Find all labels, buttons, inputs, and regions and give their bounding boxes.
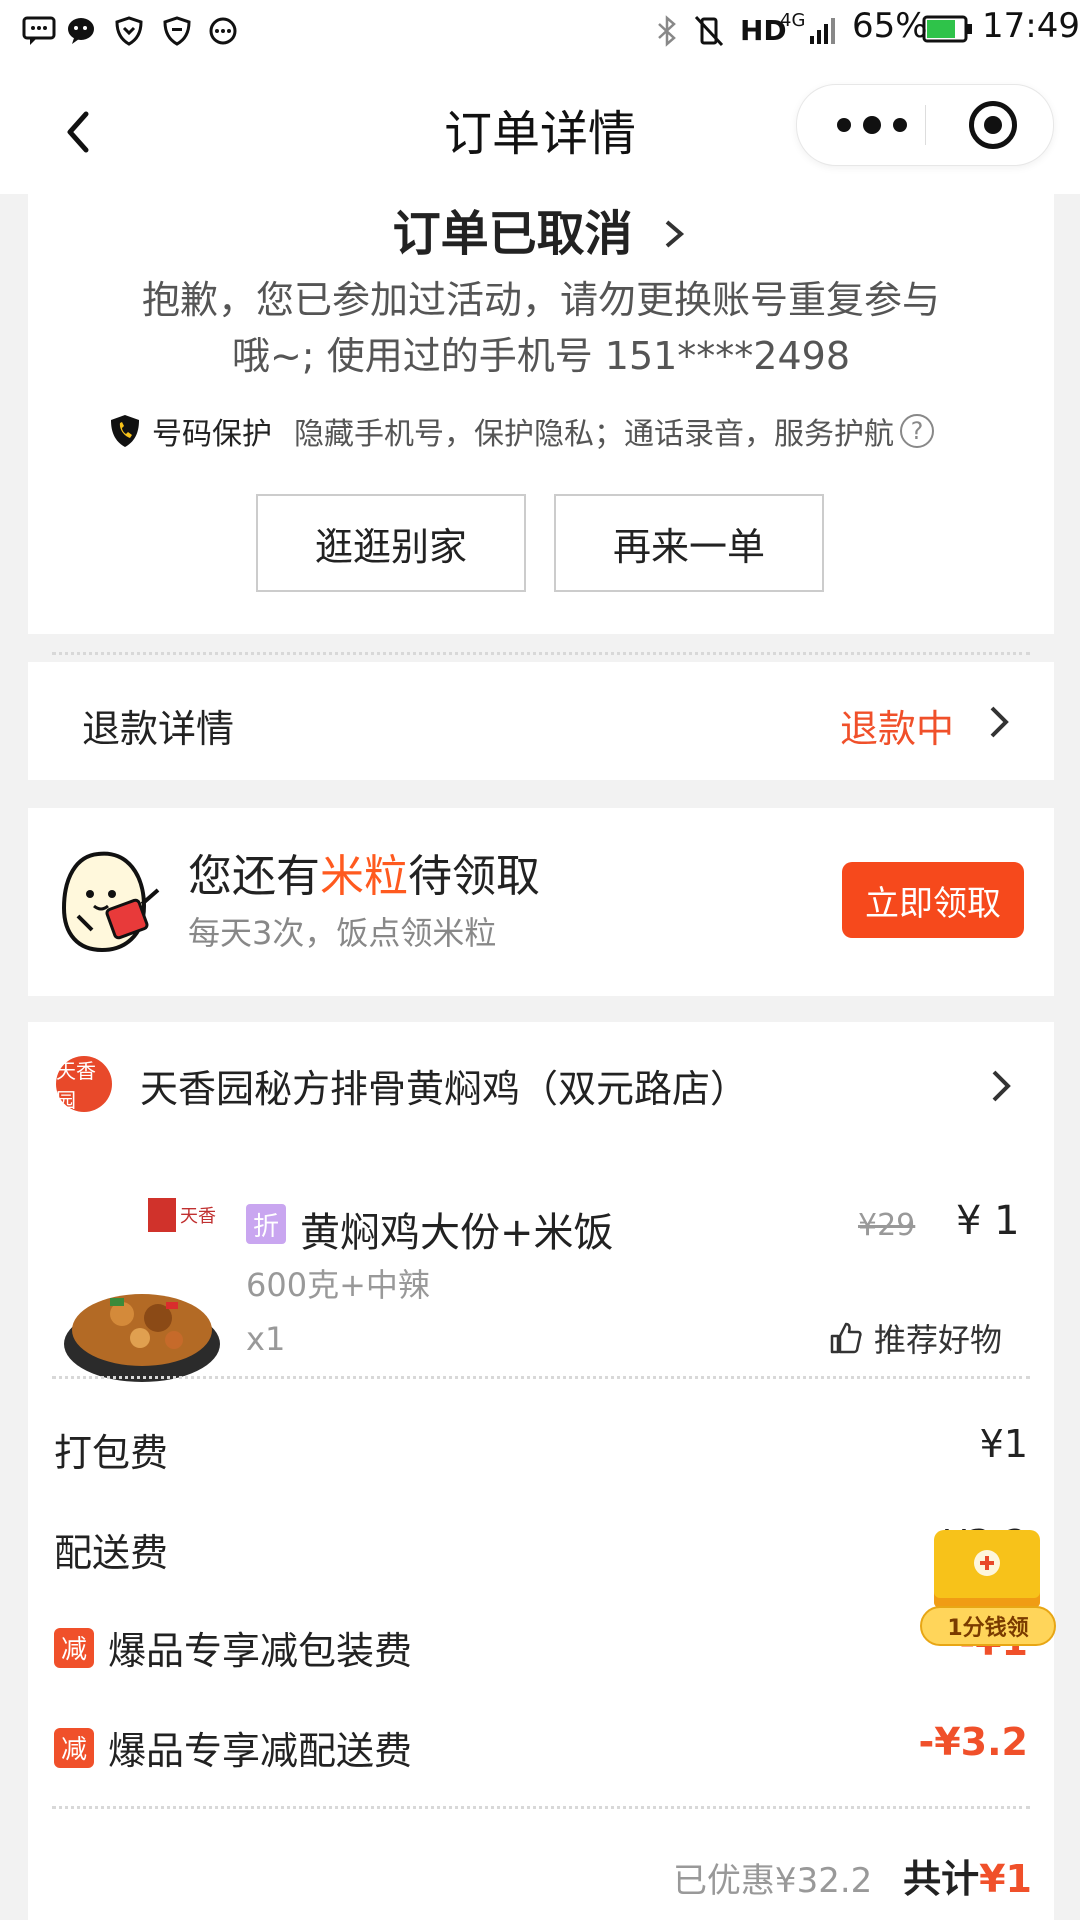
rice-title-post: 待领取 — [408, 851, 540, 902]
dotted-divider — [52, 652, 1030, 655]
fee-label-wrap: 减爆品专享减包装费 — [54, 1620, 412, 1675]
store-name[interactable]: 天香园秘方排骨黄焖鸡（双元路店） — [140, 1058, 748, 1113]
total-amount: ¥1 — [979, 1857, 1032, 1901]
fee-label: 配送费 — [54, 1531, 169, 1575]
signal-icon — [806, 14, 840, 48]
message-icon — [22, 14, 56, 48]
refund-label: 退款详情 — [82, 707, 235, 751]
total-label: 共计 — [903, 1857, 980, 1901]
food-image[interactable]: 天香 — [62, 1194, 222, 1384]
thumbs-up-icon — [830, 1322, 862, 1354]
nav-bar: 订单详情 — [0, 64, 1080, 194]
chevron-right-icon — [666, 220, 685, 248]
promo-label: 1分钱领 — [920, 1606, 1056, 1646]
discount-tag: 折 — [246, 1204, 286, 1244]
refund-details-row[interactable]: 退款详情 退款中 — [28, 662, 1054, 780]
fee-label-wrap: 减爆品专享减配送费 — [54, 1720, 412, 1775]
clock: 17:49 — [982, 6, 1080, 46]
status-bar: HD 4G 65% 17:49 — [0, 0, 1080, 64]
fee-value: ¥1 — [979, 1422, 1028, 1466]
order-status-text: 订单已取消 — [392, 206, 633, 262]
order-status-card: 订单已取消 抱歉，您已参加过活动，请勿更换账号重复参与哦~; 使用过的手机号 1… — [28, 194, 1054, 655]
bluetooth-icon — [650, 14, 684, 48]
recommend-button[interactable]: 推荐好物 — [828, 1316, 1002, 1360]
fee-row-packaging: 打包费 ¥1 — [54, 1422, 1028, 1482]
more-circle-icon — [206, 14, 240, 48]
close-miniprogram-icon[interactable] — [969, 101, 1017, 149]
rice-reward-card: 您还有米粒待领取 每天3次，饭点领米粒 立即领取 — [28, 808, 1054, 996]
claim-now-button[interactable]: 立即领取 — [842, 862, 1024, 938]
item-quantity: x1 — [246, 1320, 286, 1358]
store-logo: 天香园 — [56, 1056, 112, 1112]
more-icon[interactable] — [827, 111, 917, 139]
saved-amount: 已优惠¥32.2 — [672, 1861, 873, 1901]
rice-title-pre: 您还有 — [188, 851, 320, 902]
fee-row-delivery: 配送费 ¥3.2 — [54, 1522, 1028, 1582]
fee-label: 爆品专享减包装费 — [108, 1629, 413, 1673]
recommend-label: 推荐好物 — [874, 1321, 1003, 1359]
order-items-card: 天香园 天香园秘方排骨黄焖鸡（双元路店） 天香 折 黄焖鸡大份+米饭 ¥29 ¥… — [28, 1022, 1054, 1920]
order-status-title[interactable]: 订单已取消 — [28, 194, 1054, 264]
fee-value: -¥3.2 — [918, 1720, 1028, 1764]
shield-icon — [160, 14, 194, 48]
privacy-label: 号码保护 — [152, 417, 272, 452]
phone-shield-icon — [111, 415, 139, 447]
network-type: 4G — [780, 10, 806, 31]
chevron-right-icon — [986, 702, 1014, 742]
cancel-reason: 抱歉，您已参加过活动，请勿更换账号重复参与哦~; 使用过的手机号 151****… — [141, 278, 940, 378]
chevron-right-icon[interactable] — [988, 1066, 1016, 1106]
refund-status: 退款中 — [839, 707, 954, 751]
privacy-protection: 号码保护 隐藏手机号，保护隐私；通话录音，服务护航 ? — [108, 406, 934, 456]
treasure-chest-icon — [934, 1530, 1040, 1608]
battery-percent: 65% — [852, 6, 928, 46]
no-vibrate-icon — [692, 14, 726, 48]
rice-title-highlight: 米粒 — [320, 851, 408, 902]
discount-badge: 减 — [54, 1627, 94, 1668]
reorder-button[interactable]: 再来一单 — [554, 494, 824, 592]
rice-title: 您还有米粒待领取 — [188, 840, 540, 904]
svg-text:天香: 天香 — [180, 1206, 216, 1227]
fee-label: 爆品专享减配送费 — [108, 1729, 413, 1773]
floating-promo[interactable]: 1分钱领 — [920, 1530, 1056, 1646]
order-summary: 已优惠¥32.2 共计¥1 — [673, 1848, 1032, 1903]
fee-label: 打包费 — [54, 1431, 169, 1475]
privacy-text: 隐藏手机号，保护隐私；通话录音，服务护航 — [294, 417, 894, 452]
fee-row-delivery-discount: 减爆品专享减配送费 -¥3.2 — [54, 1720, 1028, 1780]
wechat-icon — [66, 14, 100, 48]
total-wrap: 共计¥1 — [903, 1857, 1032, 1901]
rice-mascot-icon — [58, 846, 178, 956]
item-price: ¥ 1 — [956, 1198, 1020, 1244]
help-icon[interactable]: ? — [900, 414, 934, 448]
discount-badge: 减 — [54, 1727, 94, 1768]
browse-other-stores-button[interactable]: 逛逛别家 — [256, 494, 526, 592]
fee-row-packaging-discount: 减爆品专享减包装费 -¥1 — [54, 1620, 1028, 1680]
heart-shield-icon — [112, 14, 146, 48]
battery-icon — [922, 14, 972, 44]
miniprogram-capsule — [796, 84, 1054, 166]
dotted-divider — [52, 1806, 1030, 1809]
rice-subtitle: 每天3次，饭点领米粒 — [188, 914, 497, 952]
item-original-price: ¥29 — [858, 1208, 916, 1243]
item-spec: 600克+中辣 — [246, 1266, 430, 1304]
dotted-divider — [52, 1376, 1030, 1379]
capsule-divider — [925, 105, 926, 145]
item-name: 黄焖鸡大份+米饭 — [300, 1210, 614, 1256]
